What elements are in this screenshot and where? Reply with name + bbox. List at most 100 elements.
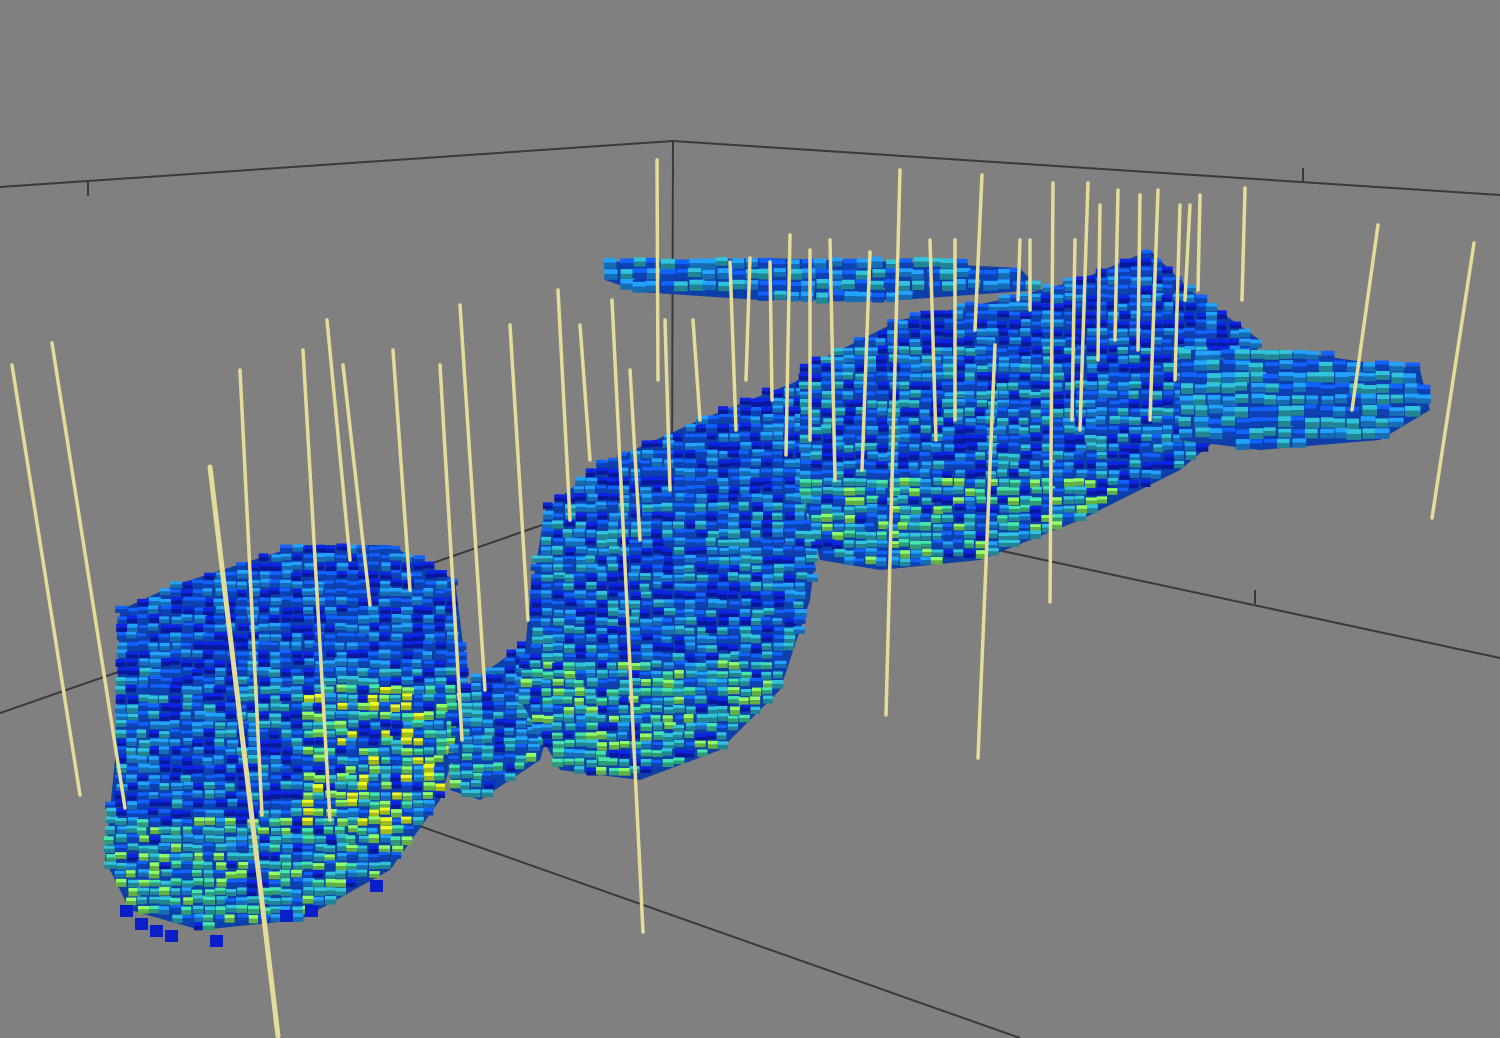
voxel-cell-side xyxy=(641,443,654,448)
voxel-cell-top xyxy=(193,809,206,813)
voxel-cell-top xyxy=(159,799,171,803)
voxel-cell-top xyxy=(740,644,753,648)
voxel-cell-top xyxy=(148,623,159,627)
voxel-cell-side xyxy=(290,811,302,816)
voxel-cell-top xyxy=(596,731,607,735)
voxel-cell-side xyxy=(192,653,204,657)
voxel-cell-top xyxy=(237,827,248,832)
voxel-cell-side xyxy=(552,725,562,731)
voxel-cell-side xyxy=(347,802,357,807)
voxel-cell-side xyxy=(205,838,215,843)
voxel-cell-side xyxy=(618,621,628,625)
voxel-cell-top xyxy=(216,878,228,883)
3d-viewport[interactable] xyxy=(0,0,1500,1038)
voxel-cell-top xyxy=(672,521,684,525)
voxel-cell-top xyxy=(433,720,444,725)
voxel-cell-side xyxy=(370,663,382,668)
voxel-cell-top xyxy=(282,844,294,849)
voxel-cell-top xyxy=(392,825,405,829)
voxel-cell-top xyxy=(481,753,494,757)
voxel-cell-top xyxy=(620,258,636,264)
voxel-cell-top xyxy=(346,624,358,628)
voxel-cell-top xyxy=(715,257,728,262)
voxel-cell-side xyxy=(608,593,619,597)
voxel-cell-top xyxy=(661,548,672,552)
voxel-cell-side xyxy=(565,541,578,547)
voxel-cell-side xyxy=(910,332,921,338)
voxel-cell-side xyxy=(326,863,337,868)
voxel-cell-side xyxy=(607,460,620,465)
voxel-cell-side xyxy=(213,759,224,765)
voxel-cell-top xyxy=(740,581,751,586)
voxel-cell-side xyxy=(684,690,696,696)
voxel-cell-side xyxy=(521,672,532,677)
voxel-cell-top xyxy=(269,861,281,865)
voxel-cell-top xyxy=(717,713,730,717)
voxel-cell-side xyxy=(191,706,202,711)
voxel-cell-top xyxy=(1087,328,1098,332)
voxel-cell-side xyxy=(291,697,304,702)
voxel-cell-top xyxy=(531,636,544,640)
voxel-cell-top xyxy=(596,591,608,595)
voxel-cell-side xyxy=(115,609,128,613)
voxel-cell-side xyxy=(213,689,226,693)
voxel-cell-top xyxy=(436,710,446,715)
voxel-cell-side xyxy=(761,472,772,477)
voxel-cell-top xyxy=(603,257,617,263)
voxel-cell-side xyxy=(705,525,717,529)
voxel-cell-side xyxy=(1141,306,1154,311)
voxel-cell-side xyxy=(718,472,729,478)
voxel-cell-top xyxy=(740,633,752,638)
voxel-cell-side xyxy=(435,626,445,632)
voxel-cell-side xyxy=(471,731,482,736)
voxel-cell-side xyxy=(401,592,413,597)
voxel-cell-side xyxy=(193,881,203,886)
voxel-cell-top xyxy=(202,922,215,926)
voxel-cell-top xyxy=(607,600,619,604)
voxel-cell-side xyxy=(226,864,236,868)
voxel-cell-top xyxy=(739,397,752,401)
voxel-cell-top xyxy=(751,493,763,498)
voxel-cell-side xyxy=(471,721,482,727)
voxel-cell-top xyxy=(391,746,403,750)
voxel-cell-top xyxy=(115,695,126,699)
voxel-cell-side xyxy=(631,639,642,645)
voxel-cell-top xyxy=(246,879,258,884)
voxel-cell-top xyxy=(673,450,684,454)
voxel-cell-top xyxy=(696,592,706,597)
voxel-cell-side xyxy=(433,758,444,763)
voxel-cell-top xyxy=(159,588,171,592)
voxel-cell-side xyxy=(939,273,954,280)
voxel-cell-top xyxy=(750,644,763,649)
voxel-cell-side xyxy=(1205,306,1218,311)
voxel-cell-top xyxy=(519,688,531,693)
voxel-cell-side xyxy=(685,673,698,678)
voxel-cell-side xyxy=(684,480,695,486)
voxel-cell-top xyxy=(235,816,248,820)
voxel-cell-top xyxy=(782,556,794,561)
voxel-cell-side xyxy=(719,568,729,573)
voxel-cell-side xyxy=(413,636,425,642)
voxel-cell-top xyxy=(158,634,169,638)
voxel-cell-top xyxy=(312,765,325,770)
voxel-cell-top xyxy=(705,645,717,649)
voxel-cell-side xyxy=(841,284,855,290)
voxel-cell-top xyxy=(205,889,215,893)
voxel-cell-side xyxy=(334,626,347,630)
voxel-cell-top xyxy=(1195,330,1207,335)
voxel-cell-side xyxy=(369,874,380,878)
voxel-cell-top xyxy=(685,547,697,551)
voxel-cell-top xyxy=(346,792,358,796)
voxel-cell-side xyxy=(346,646,359,651)
voxel-cell-top xyxy=(380,572,392,576)
voxel-cell-top xyxy=(607,529,619,534)
voxel-cell-top xyxy=(740,689,752,693)
voxel-cell-top xyxy=(542,521,554,525)
voxel-cell-side xyxy=(774,294,787,300)
voxel-cell-top xyxy=(987,320,999,325)
voxel-cell-side xyxy=(727,690,740,695)
voxel-cell-side xyxy=(203,636,214,642)
voxel-cell-side xyxy=(433,724,444,729)
voxel-cell-side xyxy=(160,725,172,730)
voxel-cell-top xyxy=(718,528,729,533)
